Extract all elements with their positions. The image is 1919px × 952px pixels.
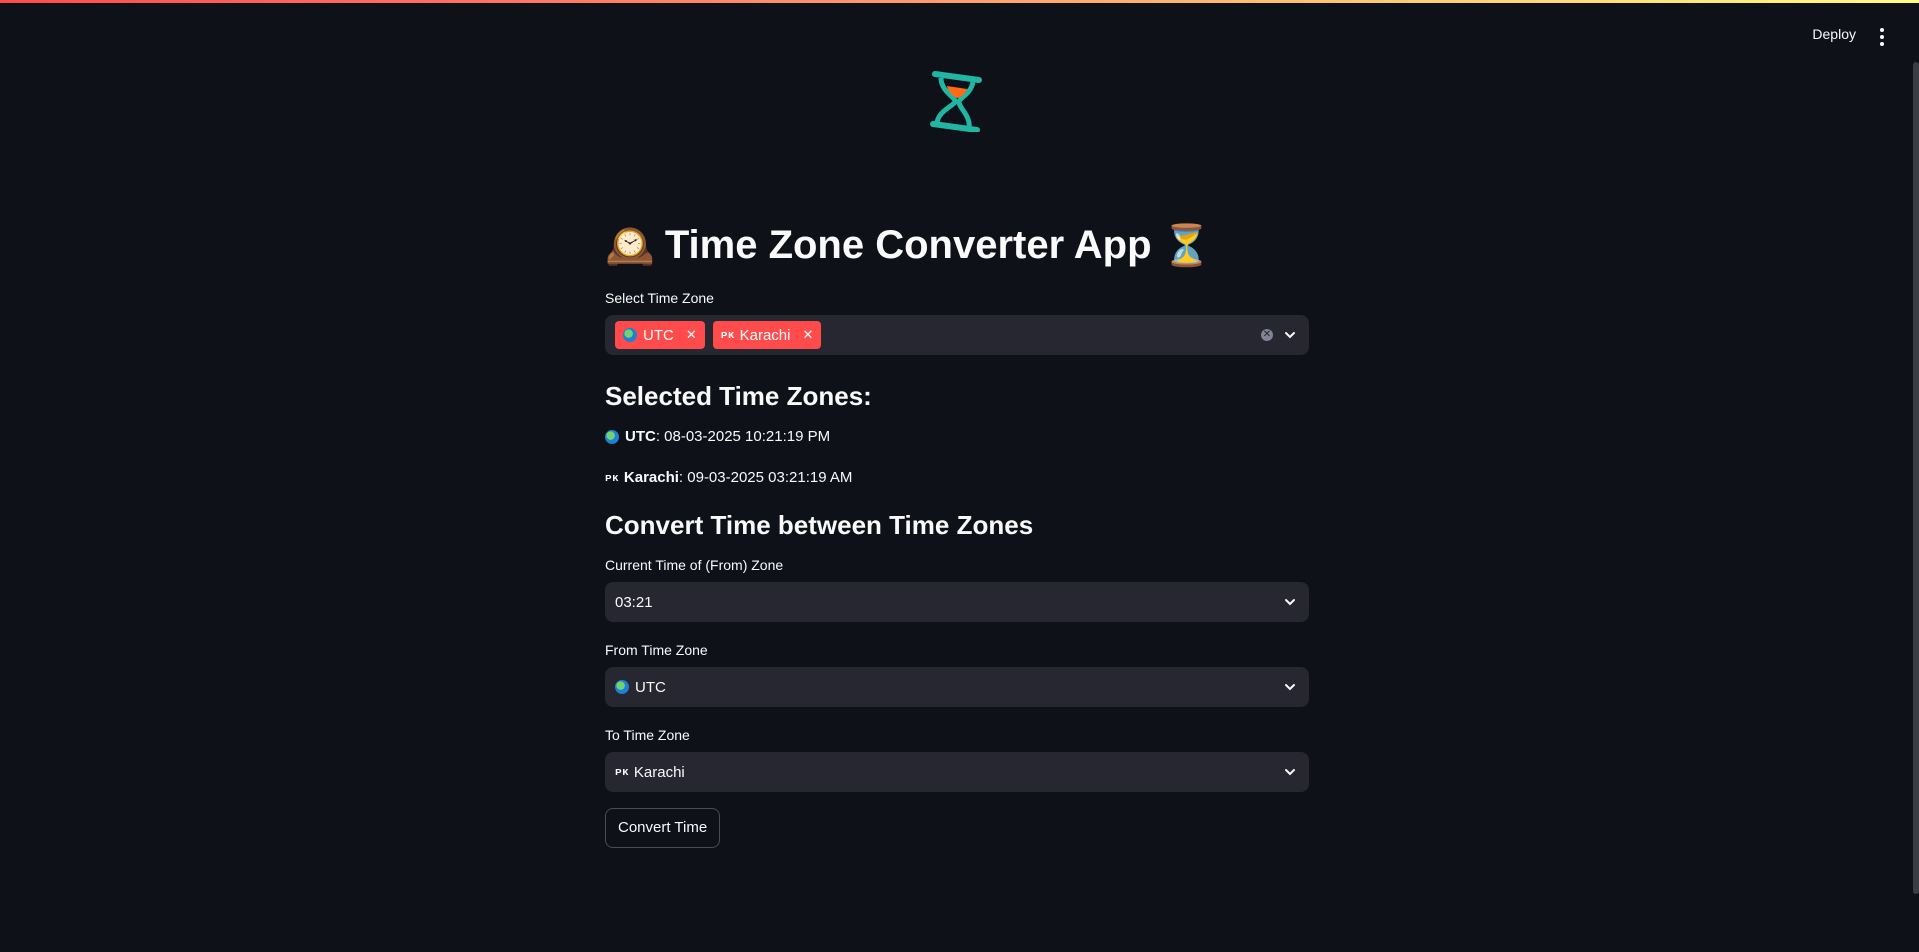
pakistan-flag-icon: ᴘᴋ — [720, 329, 735, 341]
chevron-down-icon[interactable] — [1283, 680, 1297, 694]
chevron-down-icon[interactable] — [1283, 595, 1297, 609]
tz-time: : 08-03-2025 10:21:19 PM — [655, 428, 831, 445]
select-time-zone-label: Select Time Zone — [605, 290, 714, 306]
globe-icon — [615, 680, 629, 694]
chip-karachi[interactable]: ᴘᴋ Karachi ✕ — [712, 321, 822, 349]
selected-tz-utc: UTC : 08-03-2025 10:21:19 PM — [605, 428, 1309, 445]
tz-time: : 09-03-2025 03:21:19 AM — [678, 469, 853, 486]
top-decoration-bar — [0, 0, 1919, 3]
convert-heading: Convert Time between Time Zones — [605, 510, 1034, 540]
deploy-button[interactable]: Deploy — [1812, 26, 1856, 42]
current-time-label: Current Time of (From) Zone — [605, 557, 784, 573]
main-menu-icon[interactable] — [1879, 28, 1885, 46]
pakistan-flag-icon: ᴘᴋ — [605, 471, 619, 484]
time-zone-multiselect[interactable]: UTC ✕ ᴘᴋ Karachi ✕ ✕ — [605, 315, 1309, 355]
page-title-text: Time Zone Converter App — [664, 222, 1152, 267]
pakistan-flag-icon: ᴘᴋ — [615, 766, 629, 778]
to-time-zone-label: To Time Zone — [605, 727, 690, 743]
to-time-zone-select[interactable]: ᴘᴋ Karachi — [605, 752, 1309, 792]
globe-icon — [605, 429, 619, 444]
mantelpiece-clock-icon: 🕰️ — [605, 223, 655, 268]
tz-name: UTC — [625, 428, 656, 445]
chevron-down-icon[interactable] — [1283, 328, 1297, 342]
selected-tz-karachi: ᴘᴋ Karachi : 09-03-2025 03:21:19 AM — [605, 469, 1309, 486]
chip-remove-icon[interactable]: ✕ — [802, 327, 813, 343]
hourglass-logo-icon — [930, 71, 982, 132]
scrollbar[interactable] — [1913, 62, 1919, 894]
from-time-zone-label: From Time Zone — [605, 642, 708, 658]
chip-label: Karachi — [739, 326, 791, 344]
from-time-zone-value: UTC — [635, 678, 666, 696]
globe-icon — [623, 328, 637, 342]
chevron-down-icon[interactable] — [1283, 765, 1297, 779]
from-time-zone-select[interactable]: UTC — [605, 667, 1309, 707]
convert-time-button[interactable]: Convert Time — [605, 808, 721, 848]
to-time-zone-value: Karachi — [633, 763, 685, 781]
chip-remove-icon[interactable]: ✕ — [686, 327, 697, 343]
tz-name: Karachi — [623, 469, 679, 486]
current-time-value: 03:21 — [615, 593, 653, 611]
selected-time-zones-heading: Selected Time Zones: — [605, 381, 872, 411]
hourglass-icon: ⏳ — [1161, 223, 1212, 268]
current-time-select[interactable]: 03:21 — [605, 582, 1309, 622]
page-title: 🕰️ Time Zone Converter App ⏳ — [605, 210, 1309, 280]
chip-utc[interactable]: UTC ✕ — [615, 321, 705, 349]
clear-all-icon[interactable]: ✕ — [1261, 329, 1273, 341]
chip-label: UTC — [643, 326, 674, 344]
main-content: 🕰️ Time Zone Converter App ⏳ Select Time… — [605, 210, 1309, 848]
